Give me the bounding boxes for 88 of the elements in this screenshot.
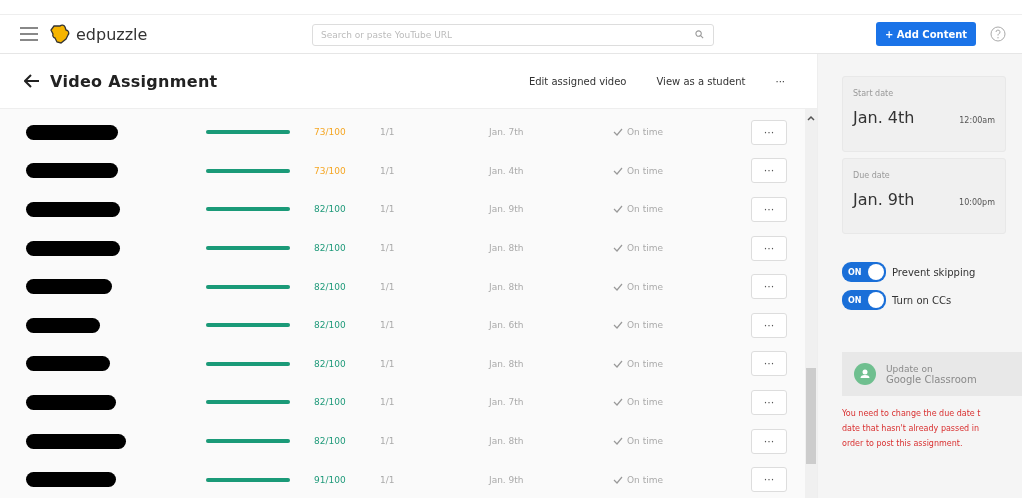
checkmark-icon [613, 359, 623, 368]
checkmark-icon [613, 475, 623, 484]
date-text: Jan. 7th [489, 127, 525, 138]
more-options-button[interactable]: ··· [751, 119, 787, 145]
checkmark-icon [613, 244, 623, 253]
date-text: Jan. 9th [489, 474, 525, 485]
header-action-button[interactable]: View as a student [646, 75, 756, 87]
checkmark-icon [613, 205, 623, 214]
score-text: 82/100 [314, 281, 347, 292]
date-label: Due date [853, 171, 891, 180]
date-card[interactable]: Start date Jan. 4th 12:00am [842, 76, 1006, 152]
attempts-text: 1/1 [380, 358, 396, 369]
menu-icon[interactable] [20, 27, 38, 41]
attempts-text: 1/1 [380, 397, 396, 408]
attempts-text: 1/1 [380, 436, 396, 447]
status-text: On time [627, 243, 664, 254]
attempts-text: 1/1 [380, 165, 396, 176]
checkmark-icon [613, 166, 623, 175]
date-card[interactable]: Due date Jan. 9th 10:00pm [842, 158, 1006, 234]
scrollbar[interactable] [805, 109, 817, 498]
date-text: Jan. 8th [489, 358, 525, 369]
status-text: On time [627, 165, 664, 176]
more-options-button[interactable]: ··· [751, 351, 787, 377]
search-field[interactable]: Search or paste YouTube URL [312, 24, 714, 46]
score-text: 82/100 [314, 320, 347, 331]
date-text: Jan. 8th [489, 281, 525, 292]
attempts-text: 1/1 [380, 127, 396, 138]
checkmark-icon [613, 128, 623, 137]
search-icon [695, 30, 704, 39]
date-text: Jan. 4th [489, 165, 525, 176]
attempts-text: 1/1 [380, 281, 396, 292]
score-text: 82/100 [314, 358, 347, 369]
checkmark-icon [613, 437, 623, 446]
attempts-text: 1/1 [380, 243, 396, 254]
time-value: 10:00pm [959, 198, 995, 207]
attempts-text: 1/1 [380, 320, 396, 331]
header-action-button[interactable]: Edit assigned video [518, 75, 637, 87]
more-options-button[interactable]: ··· [751, 467, 787, 493]
scroll-up-icon[interactable] [807, 115, 815, 121]
score-text: 82/100 [314, 397, 347, 408]
toggle-switch[interactable]: ON [842, 262, 886, 282]
status-text: On time [627, 127, 664, 138]
status-text: On time [627, 204, 664, 215]
date-text: Jan. 8th [489, 436, 525, 447]
score-text: 91/100 [314, 474, 347, 485]
date-value: Jan. 4th [853, 108, 915, 127]
scrollbar-thumb[interactable] [806, 368, 816, 464]
more-options-button[interactable]: ··· [751, 197, 787, 222]
checkmark-icon [613, 398, 623, 407]
score-text: 82/100 [314, 436, 347, 447]
back-arrow-icon[interactable] [24, 74, 40, 88]
score-text: 82/100 [314, 204, 347, 215]
error-message: You need to change the due date t date that hasn't already passed in order to post this assignment. [842, 408, 982, 450]
more-options-button[interactable]: ··· [751, 274, 787, 300]
date-value: Jan. 9th [853, 190, 915, 209]
status-text: On time [627, 436, 664, 447]
date-text: Jan. 6th [489, 320, 525, 331]
score-text: 73/100 [314, 165, 347, 176]
date-text: Jan. 7th [489, 397, 525, 408]
date-label: Start date [853, 89, 895, 98]
checkmark-icon [613, 282, 623, 291]
status-text: On time [627, 358, 664, 369]
more-options-button[interactable]: ··· [751, 158, 787, 184]
page-title: Video Assignment [50, 71, 218, 91]
add-content-button[interactable]: + Add Content [876, 22, 976, 46]
status-text: On time [627, 397, 664, 408]
more-options-button[interactable]: ··· [751, 389, 787, 415]
status-text: On time [627, 281, 664, 292]
more-options-button[interactable]: ··· [751, 235, 787, 261]
time-value: 12:00am [959, 116, 995, 125]
help-icon[interactable] [990, 26, 1006, 42]
status-text: On time [627, 320, 664, 331]
more-options-button[interactable]: ··· [751, 428, 787, 454]
attempts-text: 1/1 [380, 474, 396, 485]
date-text: Jan. 8th [489, 243, 525, 254]
logo-text[interactable]: edpuzzle [76, 24, 312, 44]
score-text: 82/100 [314, 243, 347, 254]
score-text: 73/100 [314, 127, 347, 138]
person-icon [854, 363, 876, 385]
toggle-label: Prevent skipping [892, 266, 976, 278]
checkmark-icon [613, 321, 623, 330]
header-action-button[interactable]: ··· [765, 75, 795, 87]
attempts-text: 1/1 [380, 204, 396, 215]
toggle-switch[interactable]: ON [842, 290, 886, 310]
date-text: Jan. 9th [489, 204, 525, 215]
more-options-button[interactable]: ··· [751, 312, 787, 338]
status-text: On time [627, 474, 664, 485]
toggle-label: Turn on CCs [892, 294, 952, 306]
